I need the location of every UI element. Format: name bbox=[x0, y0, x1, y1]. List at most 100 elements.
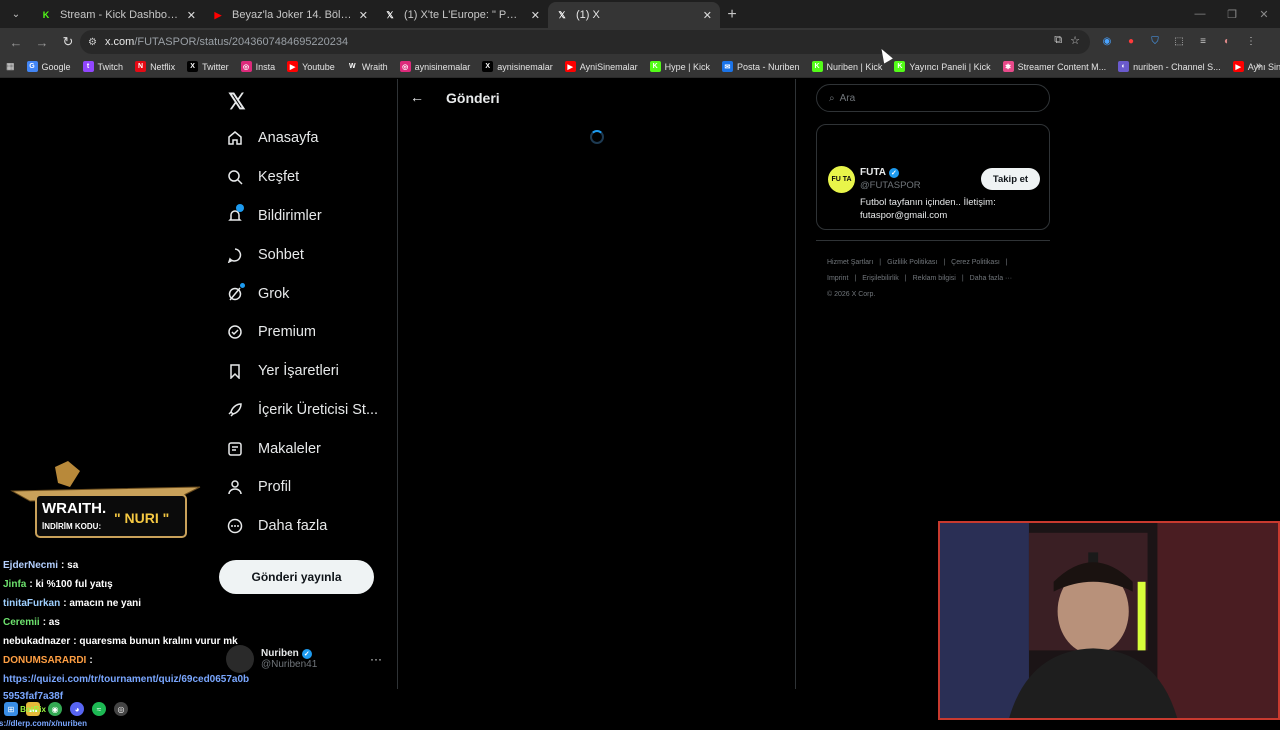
install-app-icon[interactable]: ⧉ bbox=[1054, 34, 1062, 47]
puzzle-icon[interactable]: ⬚ bbox=[1172, 34, 1186, 48]
page-title: Gönderi bbox=[446, 90, 500, 106]
nav-item-rocket[interactable]: İçerik Üreticisi St... bbox=[226, 395, 378, 425]
chat-text: : ki %100 ful yatış bbox=[29, 579, 113, 590]
maximize-icon[interactable]: ❐ bbox=[1216, 0, 1248, 28]
footer-link[interactable]: © 2026 X Corp. bbox=[827, 291, 875, 298]
bookmark-favicon-icon: t bbox=[82, 61, 94, 72]
shield-extension-icon[interactable]: ⛉ bbox=[1148, 34, 1162, 48]
footer-link[interactable]: Daha fazla ··· bbox=[970, 275, 1012, 282]
extension-icon[interactable]: ● bbox=[1124, 34, 1138, 48]
close-tab-icon[interactable]: ✕ bbox=[187, 9, 196, 22]
bookmark-star-icon[interactable]: ☆ bbox=[1070, 34, 1080, 47]
bookmark-item[interactable]: Xaynisinemalar bbox=[476, 57, 559, 77]
minimize-icon[interactable]: — bbox=[1184, 0, 1216, 28]
footer-link[interactable]: Gizlilik Politikası bbox=[887, 259, 937, 266]
profile-avatar-icon[interactable]: ◐ bbox=[1220, 34, 1234, 48]
new-tab-button[interactable]: + bbox=[720, 3, 744, 27]
bookmark-item[interactable]: ▶Aynı Sinemalar - Ça... bbox=[1227, 57, 1280, 77]
bookmark-item[interactable]: X Twitter bbox=[181, 57, 235, 77]
forward-icon[interactable]: → bbox=[30, 30, 54, 54]
chat-text: : as bbox=[42, 617, 60, 628]
reload-icon[interactable]: ↻ bbox=[56, 30, 80, 54]
nav-item-chat[interactable]: Sohbet bbox=[226, 240, 304, 270]
close-window-icon[interactable]: ✕ bbox=[1248, 0, 1280, 28]
close-tab-icon[interactable]: ✕ bbox=[531, 9, 540, 22]
bookmark-item[interactable]: K Nuriben | Kick bbox=[806, 57, 889, 77]
bookmark-item[interactable]: G Google bbox=[21, 57, 77, 77]
chrome-menu-icon[interactable]: ⋮ bbox=[1244, 34, 1258, 48]
browser-tab[interactable]: ▶ Beyaz'la Joker 14. Bölüm - YouT ✕ bbox=[204, 2, 376, 28]
close-tab-icon[interactable]: ✕ bbox=[703, 9, 712, 22]
nav-item-bookmark[interactable]: Yer İşaretleri bbox=[226, 356, 339, 386]
discord-icon[interactable]: ◕ bbox=[70, 702, 84, 716]
wraith-code-label: İNDİRİM KODU: bbox=[42, 522, 101, 531]
main-column: ← Gönderi bbox=[397, 79, 796, 689]
chat-username[interactable]: EjderNecmi bbox=[3, 560, 58, 571]
bookmark-item[interactable]: ▶ Youtube bbox=[281, 57, 341, 77]
media-control-icon[interactable]: ≡ bbox=[1196, 34, 1210, 48]
bookmark-item[interactable]: N Netflix bbox=[129, 57, 181, 77]
windows-start-icon[interactable]: ⊞ bbox=[4, 702, 18, 716]
apps-grid-icon[interactable]: ▦ bbox=[0, 57, 21, 77]
chat-username[interactable]: tinitaFurkan bbox=[3, 598, 60, 609]
bookmark-item[interactable]: ◎ Insta bbox=[235, 57, 282, 77]
bookmark-label: AyniSinemalar bbox=[579, 61, 638, 72]
nav-item-label: Premium bbox=[258, 324, 317, 340]
bookmark-label: nuriben - Channel S... bbox=[1133, 61, 1221, 72]
footer-link[interactable]: Imprint bbox=[827, 275, 848, 282]
chat-username[interactable]: Ceremii bbox=[3, 617, 40, 628]
chat-username[interactable]: Jinfa bbox=[3, 579, 26, 590]
chat-username[interactable]: nebukadnazer bbox=[3, 636, 70, 647]
nav-item-more[interactable]: Daha fazla bbox=[226, 511, 327, 541]
search-input[interactable]: ⌕ Ara bbox=[816, 84, 1050, 112]
browser-tab[interactable]: 𝕏 (1) X ✕ bbox=[548, 2, 720, 28]
spotify-icon[interactable]: ≈ bbox=[92, 702, 106, 716]
profile-handle[interactable]: @FUTASPOR bbox=[860, 180, 921, 191]
chat-link[interactable]: https://quizei.com/tr/tournament/quiz/69… bbox=[3, 674, 249, 685]
more-dots-icon[interactable]: ··· bbox=[370, 652, 382, 666]
bookmark-item[interactable]: ✱ Streamer Content M... bbox=[997, 57, 1113, 77]
footer-link[interactable]: Hizmet Şartları bbox=[827, 259, 873, 266]
chrome-icon[interactable]: ◉ bbox=[48, 702, 62, 716]
back-icon[interactable]: ← bbox=[4, 30, 28, 54]
tab-search-icon[interactable]: ⌄ bbox=[4, 2, 28, 26]
wraith-sponsor-banner: WRAITH. İNDİRİM KODU: " NURI " bbox=[10, 461, 201, 538]
nav-item-profile[interactable]: Profil bbox=[226, 472, 291, 502]
address-bar[interactable]: ⚙ x.com /FUTASPOR/status/204360748469522… bbox=[80, 30, 1090, 54]
browser-tab[interactable]: 𝕏 (1) X'te L'Europe: " PUSKAS ✕ bbox=[376, 2, 548, 28]
close-tab-icon[interactable]: ✕ bbox=[359, 9, 368, 22]
browser-tab[interactable]: K Stream - Kick Dashboard ✕ bbox=[32, 2, 204, 28]
extension-icon[interactable]: ◉ bbox=[1100, 34, 1114, 48]
nav-item-search[interactable]: Keşfet bbox=[226, 162, 299, 192]
futa-logo[interactable]: FU TA bbox=[828, 166, 855, 193]
bookmark-item[interactable]: K Yayıncı Paneli | Kick bbox=[888, 57, 996, 77]
bookmark-label: Aynı Sinemalar - Ça... bbox=[1247, 61, 1280, 72]
footer-link[interactable]: Çerez Politikası bbox=[951, 259, 1000, 266]
chat-username[interactable]: DONUMSARARDI bbox=[3, 655, 86, 666]
follow-button[interactable]: Takip et bbox=[981, 168, 1040, 190]
nav-item-article[interactable]: Makaleler bbox=[226, 434, 321, 464]
nav-item-grok[interactable]: Grok bbox=[226, 279, 289, 309]
bookmarks-overflow-icon[interactable]: » bbox=[1256, 60, 1262, 72]
back-arrow-icon[interactable]: ← bbox=[410, 89, 424, 105]
search-placeholder: Ara bbox=[839, 92, 856, 104]
bookmark-item[interactable]: K Hype | Kick bbox=[644, 57, 716, 77]
bookmark-item[interactable]: ◎ aynisinemalar bbox=[394, 57, 477, 77]
nav-item-premium[interactable]: Premium bbox=[226, 317, 316, 347]
nav-item-bell[interactable]: Bildirimler bbox=[226, 201, 322, 231]
footer-link[interactable]: Erişilebilirlik bbox=[862, 275, 899, 282]
bookmark-item[interactable]: ✉ Posta - Nuriben bbox=[716, 57, 806, 77]
bookmark-item[interactable]: ◐ nuriben - Channel S... bbox=[1112, 57, 1227, 77]
bookmark-item[interactable]: ▶ AyniSinemalar bbox=[559, 57, 644, 77]
bookmark-icon bbox=[226, 362, 244, 380]
site-info-icon[interactable]: ⚙ bbox=[88, 37, 97, 48]
nav-item-home[interactable]: Anasayfa bbox=[226, 123, 318, 153]
x-logo-icon[interactable]: 𝕏 bbox=[228, 89, 246, 115]
profile-name[interactable]: FUTA ✓ bbox=[860, 167, 899, 178]
bookmark-item[interactable]: t Twitch bbox=[77, 57, 130, 77]
footer-link[interactable]: Reklam bilgisi bbox=[913, 275, 956, 282]
bookmark-item[interactable]: W Wraith bbox=[341, 57, 394, 77]
footer-separator: | bbox=[1005, 259, 1008, 266]
obs-icon[interactable]: ◎ bbox=[114, 702, 128, 716]
bot-message[interactable]: : https://dlerp.com/x/nuriben bbox=[0, 716, 87, 730]
